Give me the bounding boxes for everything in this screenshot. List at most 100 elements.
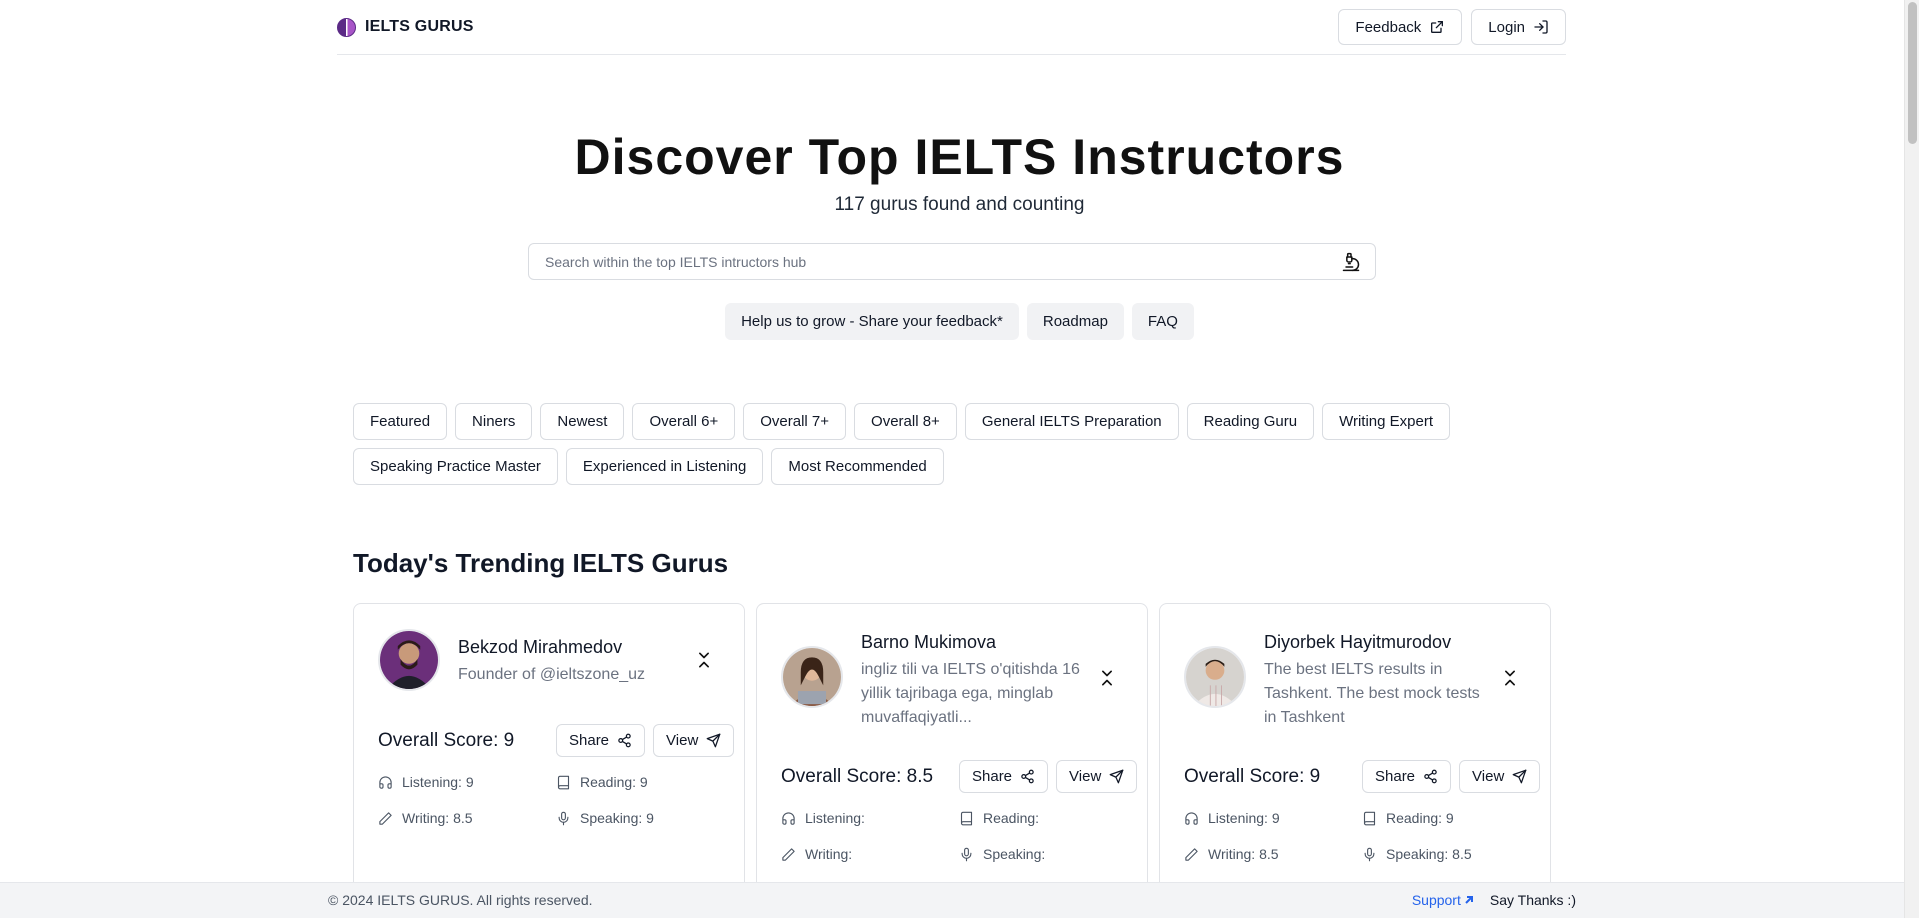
filter-featured[interactable]: Featured bbox=[353, 403, 448, 440]
guru-bio: The best IELTS results in Tashkent. The … bbox=[1264, 661, 1480, 726]
collapse-toggle[interactable] bbox=[1097, 668, 1117, 688]
pencil-icon bbox=[782, 847, 795, 861]
headphones-icon bbox=[782, 811, 795, 825]
guru-card: Diyorbek Hayitmurodov The best IELTS res… bbox=[1159, 603, 1551, 918]
avatar-portrait-icon bbox=[783, 648, 841, 706]
view-button[interactable]: View bbox=[1459, 760, 1541, 793]
arrow-up-right-icon bbox=[1465, 896, 1473, 904]
writing-score: Writing: 8.5 bbox=[402, 810, 473, 826]
login-icon bbox=[1534, 20, 1548, 34]
score-breakdown: Listening: 9 Reading: 9 Writing: 8.5 Spe… bbox=[378, 772, 718, 828]
filter-newest[interactable]: Newest bbox=[540, 403, 625, 440]
guru-name: Bekzod Mirahmedov bbox=[458, 637, 623, 657]
microphone-icon bbox=[961, 847, 972, 861]
filter-general-preparation[interactable]: General IELTS Preparation bbox=[964, 403, 1179, 440]
speaking-score: Speaking: bbox=[983, 846, 1046, 862]
view-label: View bbox=[666, 732, 699, 749]
page-scrollbar[interactable] bbox=[1904, 0, 1919, 918]
share-button[interactable]: Share bbox=[556, 724, 646, 757]
score-breakdown: Listening: 9 Reading: 9 Writing: 8.5 Spe… bbox=[1184, 808, 1524, 864]
share-icon bbox=[1424, 769, 1437, 784]
guru-name: Diyorbek Hayitmurodov bbox=[1264, 632, 1452, 652]
filter-overall-7[interactable]: Overall 7+ bbox=[743, 403, 847, 440]
headphones-icon bbox=[1185, 811, 1198, 825]
share-label: Share bbox=[972, 768, 1013, 785]
view-button[interactable]: View bbox=[653, 724, 735, 757]
headphones-icon bbox=[379, 775, 392, 789]
collapse-toggle[interactable] bbox=[1500, 668, 1520, 688]
book-icon bbox=[1363, 811, 1376, 825]
view-button[interactable]: View bbox=[1056, 760, 1138, 793]
share-label: Share bbox=[1375, 768, 1416, 785]
share-label: Share bbox=[569, 732, 610, 749]
chevrons-collapse-icon bbox=[1102, 670, 1112, 686]
listening-stat: Listening: 9 bbox=[378, 772, 556, 792]
writing-stat: Writing: bbox=[781, 844, 959, 864]
avatar bbox=[781, 646, 843, 708]
share-icon bbox=[618, 733, 631, 748]
logo-icon bbox=[337, 17, 356, 37]
microphone-icon bbox=[1364, 847, 1375, 861]
overall-score: Overall Score: 9 bbox=[378, 730, 515, 751]
microphone-icon bbox=[558, 811, 569, 825]
speaking-stat: Speaking: bbox=[959, 844, 1119, 864]
external-feedback-icon bbox=[1431, 21, 1444, 33]
guru-name: Barno Mukimova bbox=[861, 632, 997, 652]
page-title: Discover Top IELTS Instructors bbox=[574, 129, 1345, 185]
filter-reading-guru[interactable]: Reading Guru bbox=[1186, 403, 1315, 440]
listening-stat: Listening: bbox=[781, 808, 959, 828]
collapse-toggle[interactable] bbox=[694, 650, 714, 670]
filter-most-recommended[interactable]: Most Recommended bbox=[771, 448, 944, 485]
filter-overall-8[interactable]: Overall 8+ bbox=[854, 403, 957, 440]
book-icon bbox=[557, 775, 570, 789]
card-actions: Share View bbox=[1362, 760, 1541, 793]
speaking-score: Speaking: 9 bbox=[580, 810, 654, 826]
speaking-stat: Speaking: 8.5 bbox=[1362, 844, 1522, 864]
listening-score: Listening: 9 bbox=[402, 774, 474, 790]
say-thanks-link[interactable]: Say Thanks :) bbox=[1490, 892, 1576, 908]
filter-chips: Featured Niners Newest Overall 6+ Overal… bbox=[353, 403, 1553, 485]
speaking-stat: Speaking: 9 bbox=[556, 808, 716, 828]
share-button[interactable]: Share bbox=[1362, 760, 1452, 793]
login-label: Login bbox=[1488, 18, 1525, 36]
overall-score: Overall Score: 8.5 bbox=[781, 766, 934, 787]
pencil-icon bbox=[379, 811, 392, 825]
share-feedback-link[interactable]: Help us to grow - Share your feedback* bbox=[725, 303, 1019, 340]
book-icon bbox=[960, 811, 973, 825]
card-actions: Share View bbox=[959, 760, 1138, 793]
guru-bio: Founder of @ieltszone_uz bbox=[458, 666, 646, 683]
scrollbar-thumb[interactable] bbox=[1908, 2, 1917, 144]
faq-link[interactable]: FAQ bbox=[1131, 303, 1194, 340]
login-button[interactable]: Login bbox=[1471, 9, 1566, 45]
share-button[interactable]: Share bbox=[959, 760, 1049, 793]
microscope-icon[interactable] bbox=[1341, 252, 1361, 272]
avatar-portrait-icon bbox=[380, 631, 438, 689]
filter-writing-expert[interactable]: Writing Expert bbox=[1322, 403, 1450, 440]
search-input[interactable] bbox=[545, 253, 1341, 270]
guru-bio: ingliz tili va IELTS o'qitishda 16 yilli… bbox=[861, 661, 1080, 726]
score-breakdown: Listening: Reading: Writing: Speaking: bbox=[781, 808, 1121, 864]
site-footer: © 2024 IELTS GURUS. All rights reserved.… bbox=[0, 882, 1919, 918]
filter-listening-experienced[interactable]: Experienced in Listening bbox=[565, 448, 764, 485]
overall-score: Overall Score: 9 bbox=[1184, 766, 1321, 787]
roadmap-link[interactable]: Roadmap bbox=[1026, 303, 1124, 340]
feedback-button[interactable]: Feedback bbox=[1338, 9, 1463, 45]
reading-stat: Reading: 9 bbox=[556, 772, 716, 792]
listening-stat: Listening: 9 bbox=[1184, 808, 1362, 828]
support-link[interactable]: Support bbox=[1412, 892, 1474, 908]
site-header: IELTS GURUS Feedback Login bbox=[337, 0, 1566, 55]
search-bar bbox=[528, 243, 1376, 280]
reading-score: Reading: 9 bbox=[1386, 810, 1454, 826]
filter-niners[interactable]: Niners bbox=[455, 403, 533, 440]
listening-score: Listening: 9 bbox=[1208, 810, 1280, 826]
speaking-score: Speaking: 8.5 bbox=[1386, 846, 1472, 862]
filter-overall-6[interactable]: Overall 6+ bbox=[632, 403, 736, 440]
writing-stat: Writing: 8.5 bbox=[1184, 844, 1362, 864]
filter-speaking-master[interactable]: Speaking Practice Master bbox=[353, 448, 558, 485]
send-icon bbox=[1109, 769, 1124, 784]
writing-score: Writing: 8.5 bbox=[1208, 846, 1279, 862]
gurus-count-subtitle: 117 gurus found and counting bbox=[834, 194, 1085, 215]
send-icon bbox=[1512, 769, 1527, 784]
brand-logo-link[interactable]: IELTS GURUS bbox=[337, 17, 474, 37]
chevrons-collapse-icon bbox=[699, 652, 709, 668]
